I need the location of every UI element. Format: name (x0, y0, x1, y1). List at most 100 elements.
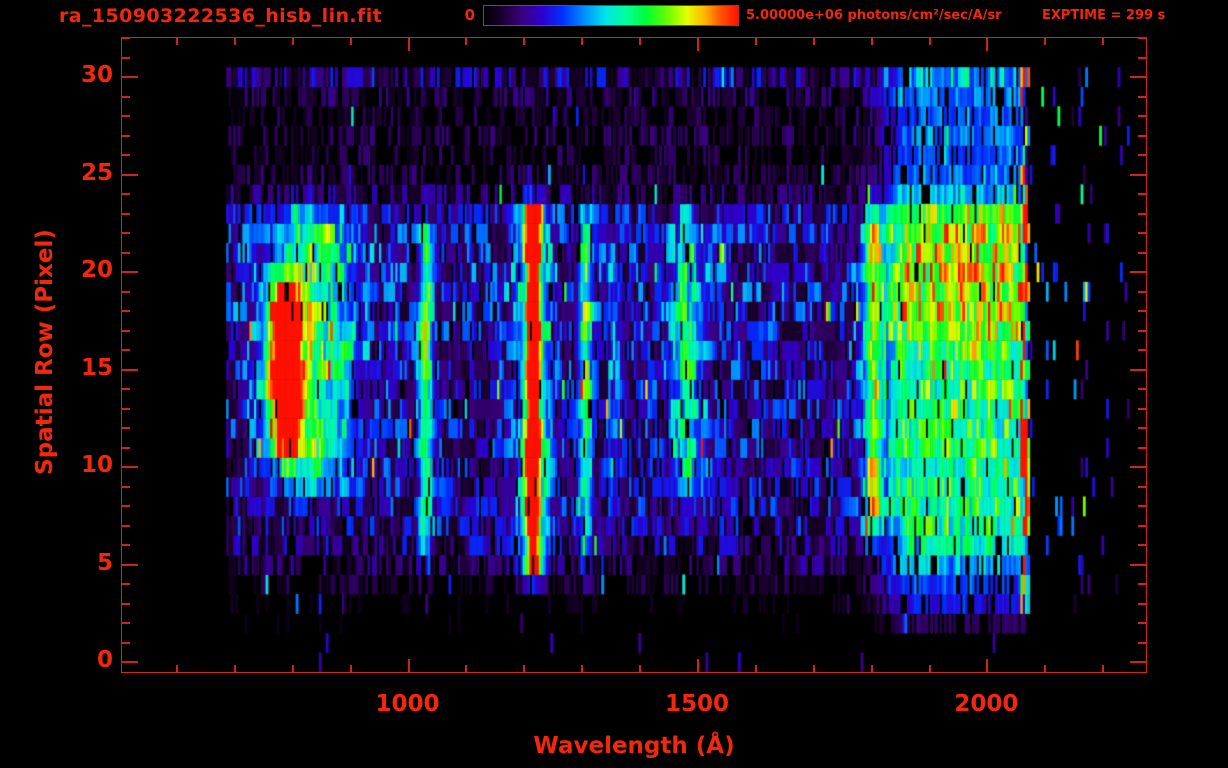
x-major-tick (986, 659, 988, 672)
y-major-tick (122, 564, 138, 566)
y-minor-tick (1138, 291, 1146, 293)
y-minor-tick (1138, 447, 1146, 449)
y-minor-tick (1138, 135, 1146, 137)
y-minor-tick (122, 310, 130, 312)
x-tick-label: 1500 (647, 691, 747, 717)
y-tick-label: 10 (33, 452, 113, 478)
x-major-tick (697, 659, 699, 672)
y-minor-tick (122, 408, 130, 410)
x-minor-tick (581, 665, 583, 672)
y-minor-tick (1138, 330, 1146, 332)
y-minor-tick (122, 505, 130, 507)
y-minor-tick (122, 252, 130, 254)
x-tick-label: 1000 (358, 691, 458, 717)
y-tick-label: 25 (33, 160, 113, 186)
y-tick-label: 15 (33, 355, 113, 381)
y-minor-tick (1138, 96, 1146, 98)
y-minor-tick (1138, 544, 1146, 546)
y-minor-tick (1138, 486, 1146, 488)
y-minor-tick (122, 622, 130, 624)
x-minor-tick (639, 38, 641, 45)
y-minor-tick (1138, 642, 1146, 644)
y-major-tick (1130, 661, 1146, 663)
y-minor-tick (122, 135, 130, 137)
colorbar (483, 5, 739, 26)
y-minor-tick (1138, 427, 1146, 429)
y-minor-tick (122, 583, 130, 585)
x-minor-tick (465, 665, 467, 672)
spectrogram-heatmap (122, 38, 1146, 672)
x-major-tick (986, 38, 988, 51)
y-major-tick (1130, 564, 1146, 566)
y-minor-tick (122, 388, 130, 390)
x-minor-tick (234, 38, 236, 45)
y-minor-tick (122, 213, 130, 215)
x-minor-tick (523, 665, 525, 672)
y-minor-tick (122, 642, 130, 644)
y-minor-tick (122, 232, 130, 234)
y-minor-tick (122, 291, 130, 293)
x-minor-tick (871, 38, 873, 45)
y-minor-tick (1138, 505, 1146, 507)
y-major-tick (122, 76, 138, 78)
x-axis-title: Wavelength (Å) (121, 733, 1147, 759)
plot-frame (121, 37, 1147, 673)
y-minor-tick (122, 330, 130, 332)
x-minor-tick (176, 38, 178, 45)
x-minor-tick (523, 38, 525, 45)
y-major-tick (122, 174, 138, 176)
y-minor-tick (122, 603, 130, 605)
x-minor-tick (1044, 665, 1046, 672)
colorbar-max-label: 5.00000e+06 photons/cm²/sec/A/sr (746, 8, 1002, 23)
y-minor-tick (1138, 252, 1146, 254)
x-minor-tick (465, 38, 467, 45)
y-minor-tick (122, 57, 130, 59)
y-minor-tick (1138, 583, 1146, 585)
y-minor-tick (1138, 310, 1146, 312)
colorbar-gradient (484, 6, 738, 25)
y-minor-tick (122, 115, 130, 117)
y-minor-tick (122, 525, 130, 527)
y-minor-tick (122, 37, 130, 39)
y-minor-tick (1138, 388, 1146, 390)
exptime-label: EXPTIME = 299 s (1042, 8, 1165, 23)
y-major-tick (122, 661, 138, 663)
colorbar-min-label: 0 (431, 6, 475, 24)
x-major-tick (408, 38, 410, 51)
y-minor-tick (122, 447, 130, 449)
y-minor-tick (1138, 115, 1146, 117)
x-minor-tick (1044, 38, 1046, 45)
y-minor-tick (1138, 37, 1146, 39)
y-major-tick (1130, 369, 1146, 371)
y-major-tick (122, 369, 138, 371)
y-tick-label: 5 (33, 550, 113, 576)
x-tick-label: 2000 (936, 691, 1036, 717)
x-major-tick (697, 38, 699, 51)
y-major-tick (1130, 76, 1146, 78)
x-major-tick (408, 659, 410, 672)
x-minor-tick (755, 665, 757, 672)
x-minor-tick (292, 665, 294, 672)
idl-plot-window: ra_150903222536_hisb_lin.fit 0 5.00000e+… (0, 0, 1228, 768)
x-minor-tick (176, 665, 178, 672)
x-minor-tick (292, 38, 294, 45)
y-minor-tick (1138, 154, 1146, 156)
x-minor-tick (234, 665, 236, 672)
y-minor-tick (1138, 603, 1146, 605)
y-major-tick (122, 271, 138, 273)
y-minor-tick (122, 96, 130, 98)
y-tick-label: 0 (33, 647, 113, 673)
y-major-tick (122, 466, 138, 468)
x-minor-tick (639, 665, 641, 672)
y-minor-tick (122, 486, 130, 488)
y-minor-tick (1138, 213, 1146, 215)
y-minor-tick (1138, 349, 1146, 351)
x-minor-tick (1102, 38, 1104, 45)
x-minor-tick (929, 38, 931, 45)
y-minor-tick (1138, 193, 1146, 195)
y-major-tick (1130, 174, 1146, 176)
y-minor-tick (1138, 525, 1146, 527)
y-major-tick (1130, 466, 1146, 468)
y-minor-tick (122, 349, 130, 351)
y-tick-label: 20 (33, 257, 113, 283)
